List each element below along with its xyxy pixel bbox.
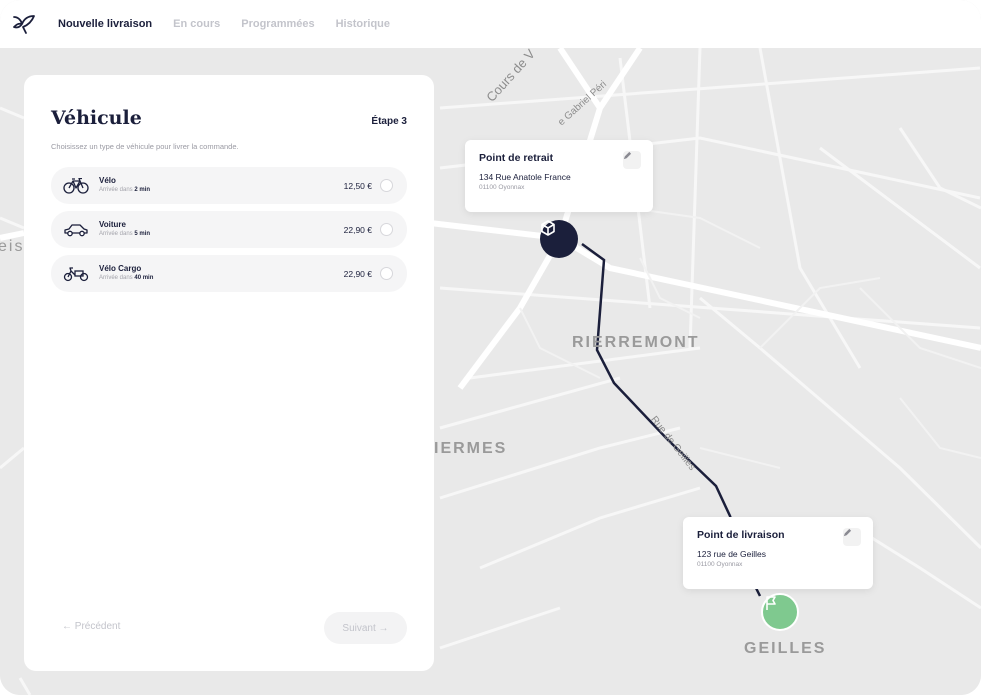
- tab-en-cours[interactable]: En cours: [173, 18, 220, 30]
- vehicle-options: Vélo Arrivée dans 2 min 12,50 € Voiture …: [51, 167, 407, 299]
- tab-programmees[interactable]: Programmées: [241, 18, 314, 30]
- tab-nouvelle-livraison[interactable]: Nouvelle livraison: [58, 18, 152, 30]
- pickup-marker[interactable]: [540, 220, 578, 258]
- option-price: 22,90 €: [343, 268, 372, 279]
- panel-subtitle: Choisissez un type de véhicule pour livr…: [51, 142, 239, 151]
- bird-logo-icon[interactable]: [11, 11, 37, 37]
- option-price: 22,90 €: [343, 224, 372, 235]
- vehicle-option-voiture[interactable]: Voiture Arrivée dans 5 min 22,90 €: [51, 211, 407, 248]
- bicycle-icon: [63, 177, 89, 194]
- panel-title: Véhicule: [51, 107, 142, 129]
- option-price: 12,50 €: [343, 180, 372, 191]
- pickup-city: 01100 Oyonnax: [479, 184, 525, 191]
- dropoff-address: 123 rue de Geilles: [697, 549, 766, 559]
- option-eta: Arrivée dans 40 min: [99, 275, 154, 281]
- package-icon: [541, 220, 555, 236]
- option-radio[interactable]: [380, 179, 393, 192]
- pickup-title: Point de retrait: [479, 152, 554, 164]
- place-label-left: eis: [0, 238, 25, 255]
- pickup-address: 134 Rue Anatole France: [479, 172, 571, 182]
- dropoff-city: 01100 Oyonnax: [697, 561, 743, 568]
- pencil-icon: [623, 151, 632, 160]
- car-icon: [63, 222, 89, 238]
- place-label-pierremont: RIERREMONT: [572, 334, 700, 351]
- dropoff-popup: Point de livraison 123 rue de Geilles 01…: [683, 517, 873, 589]
- dropoff-title: Point de livraison: [697, 529, 785, 541]
- edit-pickup-button[interactable]: [623, 151, 641, 169]
- vehicle-option-velo-cargo[interactable]: Vélo Cargo Arrivée dans 40 min 22,90 €: [51, 255, 407, 292]
- place-label-nermes: IERMES: [434, 440, 508, 457]
- step-indicator: Étape 3: [371, 116, 407, 127]
- option-radio[interactable]: [380, 267, 393, 280]
- vehicle-panel: Véhicule Étape 3 Choisissez un type de v…: [24, 75, 434, 671]
- pickup-popup: Point de retrait 134 Rue Anatole France …: [465, 140, 653, 212]
- option-name: Vélo: [99, 176, 116, 185]
- option-radio[interactable]: [380, 223, 393, 236]
- option-name: Voiture: [99, 220, 126, 229]
- next-button[interactable]: Suivant →: [324, 612, 407, 644]
- app-window: eis RIERREMONT IERMES GEILLES Cours de V…: [0, 0, 981, 695]
- vehicle-option-velo[interactable]: Vélo Arrivée dans 2 min 12,50 €: [51, 167, 407, 204]
- option-name: Vélo Cargo: [99, 264, 142, 273]
- previous-button[interactable]: ← Précédent: [62, 621, 120, 632]
- top-navbar: Nouvelle livraison En cours Programmées …: [0, 0, 981, 48]
- option-eta: Arrivée dans 5 min: [99, 231, 151, 237]
- place-label-geilles: GEILLES: [744, 640, 827, 657]
- dropoff-marker[interactable]: [761, 593, 799, 631]
- edit-dropoff-button[interactable]: [843, 528, 861, 546]
- option-eta: Arrivée dans 2 min: [99, 187, 151, 193]
- cargo-bike-icon: [63, 266, 89, 282]
- pencil-icon: [843, 528, 852, 537]
- tab-historique[interactable]: Historique: [336, 18, 390, 30]
- flag-icon: [766, 596, 776, 610]
